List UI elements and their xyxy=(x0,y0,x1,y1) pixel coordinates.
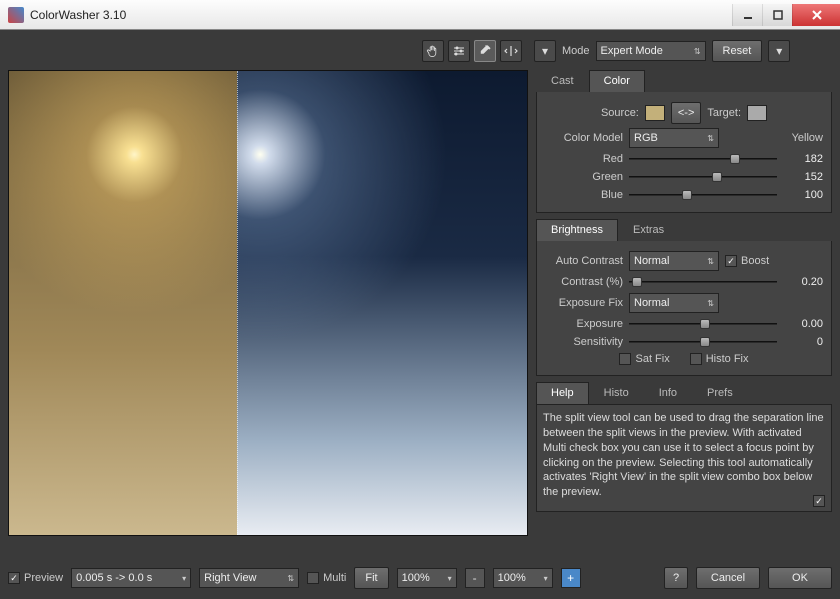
cast-color-section: Cast Color Source: <-> Target: Color Mod… xyxy=(536,70,832,213)
cancel-button[interactable]: Cancel xyxy=(696,567,760,589)
blue-label: Blue xyxy=(545,189,623,201)
mode-label: Mode xyxy=(562,45,590,57)
brightness-panel: Auto Contrast Normal ✓Boost Contrast (%)… xyxy=(536,241,832,376)
exposure-value: 0.00 xyxy=(783,318,823,330)
tab-color[interactable]: Color xyxy=(589,70,645,92)
boost-checkbox[interactable]: ✓Boost xyxy=(725,255,769,267)
split-divider[interactable] xyxy=(237,71,238,535)
close-button[interactable] xyxy=(792,4,840,26)
tab-extras[interactable]: Extras xyxy=(618,219,679,241)
mode-select[interactable]: Expert Mode xyxy=(596,41,706,61)
options-tool-icon[interactable] xyxy=(448,40,470,62)
preview-before xyxy=(9,71,237,535)
contrast-value: 0.20 xyxy=(783,276,823,288)
auto-contrast-label: Auto Contrast xyxy=(545,255,623,267)
side-panels: Cast Color Source: <-> Target: Color Mod… xyxy=(536,70,832,559)
app-icon xyxy=(8,7,24,23)
exposure-slider[interactable] xyxy=(629,317,777,331)
color-model-select[interactable]: RGB xyxy=(629,128,719,148)
green-slider[interactable] xyxy=(629,170,777,184)
target-label: Target: xyxy=(707,107,741,119)
titlebar[interactable]: ColorWasher 3.10 xyxy=(0,0,840,30)
source-swatch[interactable] xyxy=(645,105,665,121)
sensitivity-label: Sensitivity xyxy=(545,336,623,348)
timing-readout[interactable]: 0.005 s -> 0.0 s xyxy=(71,568,191,588)
mode-dropdown-icon[interactable]: ▾ xyxy=(534,40,556,62)
sat-fix-checkbox[interactable]: Sat Fix xyxy=(619,353,669,365)
help-corner-checkbox[interactable]: ✓ xyxy=(813,495,825,507)
swap-button[interactable]: <-> xyxy=(671,102,702,124)
zoom-out-button[interactable]: - xyxy=(465,568,485,588)
zoom-right-select[interactable]: 100% xyxy=(493,568,553,588)
minimize-button[interactable] xyxy=(732,4,762,26)
help-text-body: The split view tool can be used to drag … xyxy=(536,404,832,512)
color-model-label: Color Model xyxy=(545,132,623,144)
split-tool-icon[interactable] xyxy=(500,40,522,62)
preview-viewport[interactable] xyxy=(8,70,528,536)
swatch-name: Yellow xyxy=(792,132,823,144)
source-label: Source: xyxy=(601,107,639,119)
help-button[interactable]: ? xyxy=(664,567,688,589)
help-text: The split view tool can be used to drag … xyxy=(543,412,824,498)
help-section: Help Histo Info Prefs The split view too… xyxy=(536,382,832,512)
tab-info[interactable]: Info xyxy=(644,382,692,404)
window-title: ColorWasher 3.10 xyxy=(30,8,732,22)
multi-checkbox[interactable]: Multi xyxy=(307,572,346,584)
green-value: 152 xyxy=(783,171,823,183)
maximize-button[interactable] xyxy=(762,4,792,26)
preview-after xyxy=(237,71,527,535)
tab-prefs[interactable]: Prefs xyxy=(692,382,748,404)
exposure-fix-label: Exposure Fix xyxy=(545,297,623,309)
reset-dropdown-icon[interactable]: ▾ xyxy=(768,40,790,62)
preview-checkbox[interactable]: ✓Preview xyxy=(8,572,63,584)
green-label: Green xyxy=(545,171,623,183)
exposure-fix-select[interactable]: Normal xyxy=(629,293,719,313)
red-label: Red xyxy=(545,153,623,165)
red-value: 182 xyxy=(783,153,823,165)
zoom-in-button[interactable]: + xyxy=(561,568,581,588)
splitview-select[interactable]: Right View xyxy=(199,568,299,588)
sensitivity-slider[interactable] xyxy=(629,335,777,349)
eyedropper-tool-icon[interactable] xyxy=(474,40,496,62)
contrast-slider[interactable] xyxy=(629,275,777,289)
reset-button[interactable]: Reset xyxy=(712,40,763,62)
blue-slider[interactable] xyxy=(629,188,777,202)
histo-fix-checkbox[interactable]: Histo Fix xyxy=(690,353,749,365)
main-area: Cast Color Source: <-> Target: Color Mod… xyxy=(8,70,832,559)
tab-histo[interactable]: Histo xyxy=(589,382,644,404)
zoom-left-select[interactable]: 100% xyxy=(397,568,457,588)
exposure-label: Exposure xyxy=(545,318,623,330)
brightness-section: Brightness Extras Auto Contrast Normal ✓… xyxy=(536,219,832,376)
tab-brightness[interactable]: Brightness xyxy=(536,219,618,241)
ok-button[interactable]: OK xyxy=(768,567,832,589)
client-area: ▾ Mode Expert Mode Reset ▾ Cast Color xyxy=(0,30,840,599)
blue-value: 100 xyxy=(783,189,823,201)
top-toolbar: ▾ Mode Expert Mode Reset ▾ xyxy=(8,38,832,64)
window-controls xyxy=(732,4,840,26)
contrast-label: Contrast (%) xyxy=(545,276,623,288)
fit-button[interactable]: Fit xyxy=(354,567,388,589)
tab-cast[interactable]: Cast xyxy=(536,70,589,92)
app-window: ColorWasher 3.10 xyxy=(0,0,840,599)
hand-tool-icon[interactable] xyxy=(422,40,444,62)
bottom-toolbar: ✓Preview 0.005 s -> 0.0 s Right View Mul… xyxy=(8,565,832,591)
red-slider[interactable] xyxy=(629,152,777,166)
color-panel: Source: <-> Target: Color Model RGB Yell… xyxy=(536,92,832,213)
auto-contrast-select[interactable]: Normal xyxy=(629,251,719,271)
sensitivity-value: 0 xyxy=(783,336,823,348)
tab-help[interactable]: Help xyxy=(536,382,589,404)
target-swatch[interactable] xyxy=(747,105,767,121)
